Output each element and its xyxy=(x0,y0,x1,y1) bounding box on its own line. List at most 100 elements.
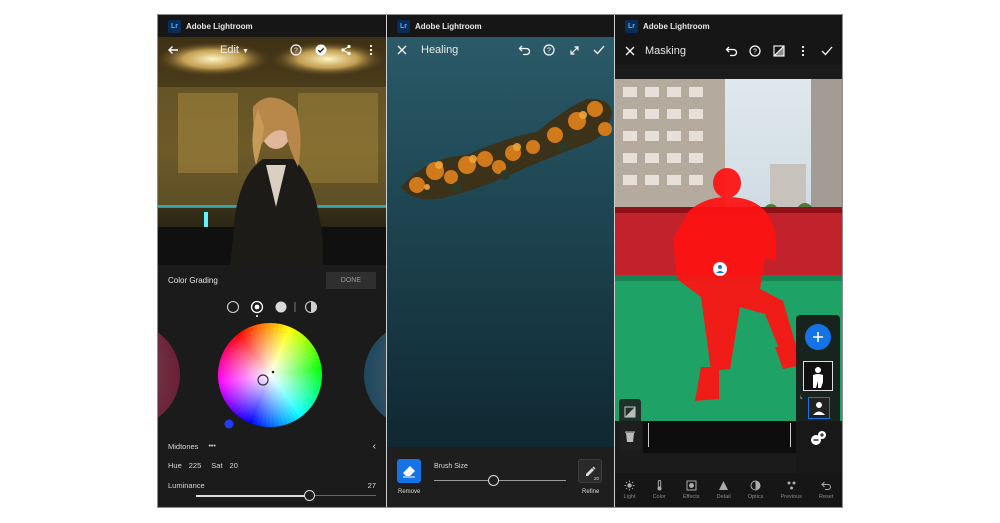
mask-link-indicator: ↳ xyxy=(799,395,804,401)
check-icon[interactable] xyxy=(592,43,606,57)
mask-side-panel: ↳ xyxy=(796,315,840,475)
masking-toolbar: Masking ? xyxy=(615,37,842,65)
healing-photo xyxy=(387,37,614,447)
tab-label: Reset xyxy=(818,494,834,500)
share-icon[interactable] xyxy=(339,43,353,57)
app-bar: Lr Adobe Lightroom xyxy=(387,15,614,37)
thermometer-icon xyxy=(657,480,662,491)
back-arrow-icon[interactable] xyxy=(166,43,180,57)
sat-value[interactable]: 20 xyxy=(230,461,238,470)
more-options-icon[interactable]: ••• xyxy=(208,443,215,450)
subtract-mask-icon[interactable] xyxy=(808,427,830,449)
brush-size-slider[interactable] xyxy=(434,475,566,486)
filmstrip-marker xyxy=(790,423,791,447)
luminance-slider-fill xyxy=(196,494,310,497)
highlights-wheel-partial[interactable] xyxy=(364,323,386,427)
tab-label: Optics xyxy=(747,494,764,500)
tab-light[interactable]: Light xyxy=(623,480,636,500)
close-icon[interactable] xyxy=(623,44,637,58)
highlights-circle-icon[interactable] xyxy=(275,301,287,313)
app-bar: Lr Adobe Lightroom xyxy=(158,15,386,37)
sun-icon xyxy=(624,480,635,491)
tab-effects[interactable]: Effects xyxy=(683,480,700,500)
sat-label: Sat xyxy=(211,461,223,470)
tab-label: Detail xyxy=(716,494,731,500)
edit-toolbar: Edit ▼ ? xyxy=(158,37,386,63)
midtones-circle-icon[interactable] xyxy=(250,300,264,318)
tab-detail[interactable]: Detail xyxy=(717,480,731,500)
refine-badge: 20 xyxy=(593,476,599,481)
luminance-slider[interactable] xyxy=(196,490,376,501)
tab-label: Light xyxy=(623,494,636,500)
edit-dropdown[interactable]: Edit ▼ xyxy=(180,44,289,56)
edit-screen: Lr Adobe Lightroom Edit ▼ ? Color Gradin… xyxy=(158,15,386,507)
help-icon[interactable]: ? xyxy=(748,44,762,58)
luminance-value: 27 xyxy=(367,481,376,490)
tab-optics[interactable]: Optics xyxy=(747,480,764,500)
masking-title: Masking xyxy=(645,45,686,57)
refine-label: Refine xyxy=(582,489,600,495)
done-check-icon[interactable] xyxy=(314,43,328,57)
lightroom-logo-icon: Lr xyxy=(168,19,181,33)
luminance-row: Luminance 27 xyxy=(168,481,376,490)
filmstrip-marker xyxy=(648,423,649,447)
remove-label: Remove xyxy=(398,489,421,495)
undo-icon[interactable] xyxy=(724,44,738,58)
hue-label: Hue xyxy=(168,461,182,470)
hue-sat-row: Hue 225 Sat 20 xyxy=(168,461,238,470)
luminance-dot[interactable] xyxy=(224,419,234,429)
brush-size-label: Brush Size xyxy=(434,463,468,470)
mask-overlay-icon[interactable] xyxy=(772,44,786,58)
color-wheels xyxy=(158,323,386,429)
color-grading-header: Color Grading DONE xyxy=(158,265,386,295)
remove-tool-button[interactable] xyxy=(397,459,421,483)
shadows-circle-icon[interactable] xyxy=(226,300,240,314)
screenshot-collage: Lr Adobe Lightroom Edit ▼ ? Color Gradin… xyxy=(157,14,843,508)
shadows-wheel-partial[interactable] xyxy=(158,323,180,427)
brush-icon xyxy=(586,466,596,476)
tab-label: Previous xyxy=(780,494,802,500)
tab-reset[interactable]: Reset xyxy=(819,480,833,500)
person-pin-icon[interactable] xyxy=(713,262,727,276)
tab-label: Effects xyxy=(682,494,700,500)
previous-icon xyxy=(787,481,796,490)
luminance-label: Luminance xyxy=(168,481,205,490)
svg-text:?: ? xyxy=(547,48,551,55)
brush-size-knob[interactable] xyxy=(487,475,499,486)
expand-icon[interactable] xyxy=(567,43,581,57)
tab-color[interactable]: Color xyxy=(653,480,666,500)
check-icon[interactable] xyxy=(820,44,834,58)
subject-mask-icon[interactable] xyxy=(803,361,833,391)
tab-previous[interactable]: Previous xyxy=(780,480,802,500)
help-icon[interactable]: ? xyxy=(289,43,303,57)
reset-icon xyxy=(820,481,831,490)
lightroom-logo-icon: Lr xyxy=(625,19,638,33)
masking-screen: Lr Adobe Lightroom Masking ? ↳ Light Col… xyxy=(615,15,842,507)
luminance-slider-knob[interactable] xyxy=(303,490,315,501)
mask-left-tools xyxy=(619,399,641,451)
close-icon[interactable] xyxy=(395,43,409,57)
healing-screen: Lr Adobe Lightroom Healing ? Remove Brus… xyxy=(387,15,614,507)
add-mask-icon[interactable] xyxy=(805,324,831,350)
trash-icon[interactable] xyxy=(624,430,636,443)
invert-icon[interactable] xyxy=(624,406,636,418)
chevron-down-icon: ▼ xyxy=(242,48,249,55)
more-icon[interactable] xyxy=(796,44,810,58)
global-half-circle-icon[interactable] xyxy=(304,300,318,314)
done-button[interactable]: DONE xyxy=(325,271,376,289)
mask-filmstrip xyxy=(643,421,796,453)
color-mode-selector xyxy=(226,300,318,318)
refine-button[interactable]: 20 xyxy=(578,459,602,483)
undo-icon[interactable] xyxy=(517,43,531,57)
app-bar: Lr Adobe Lightroom xyxy=(615,15,842,37)
app-title: Adobe Lightroom xyxy=(186,21,253,31)
edit-title: Edit xyxy=(220,44,239,56)
person-mask-icon[interactable] xyxy=(808,397,830,419)
more-icon[interactable] xyxy=(364,43,378,57)
collapse-chevron-icon[interactable]: ‹ xyxy=(373,441,376,452)
app-title: Adobe Lightroom xyxy=(415,21,482,31)
help-icon[interactable]: ? xyxy=(542,43,556,57)
lightroom-logo-icon: Lr xyxy=(397,19,410,33)
hue-value[interactable]: 225 xyxy=(189,461,202,470)
midtones-label: Midtones xyxy=(168,442,199,451)
